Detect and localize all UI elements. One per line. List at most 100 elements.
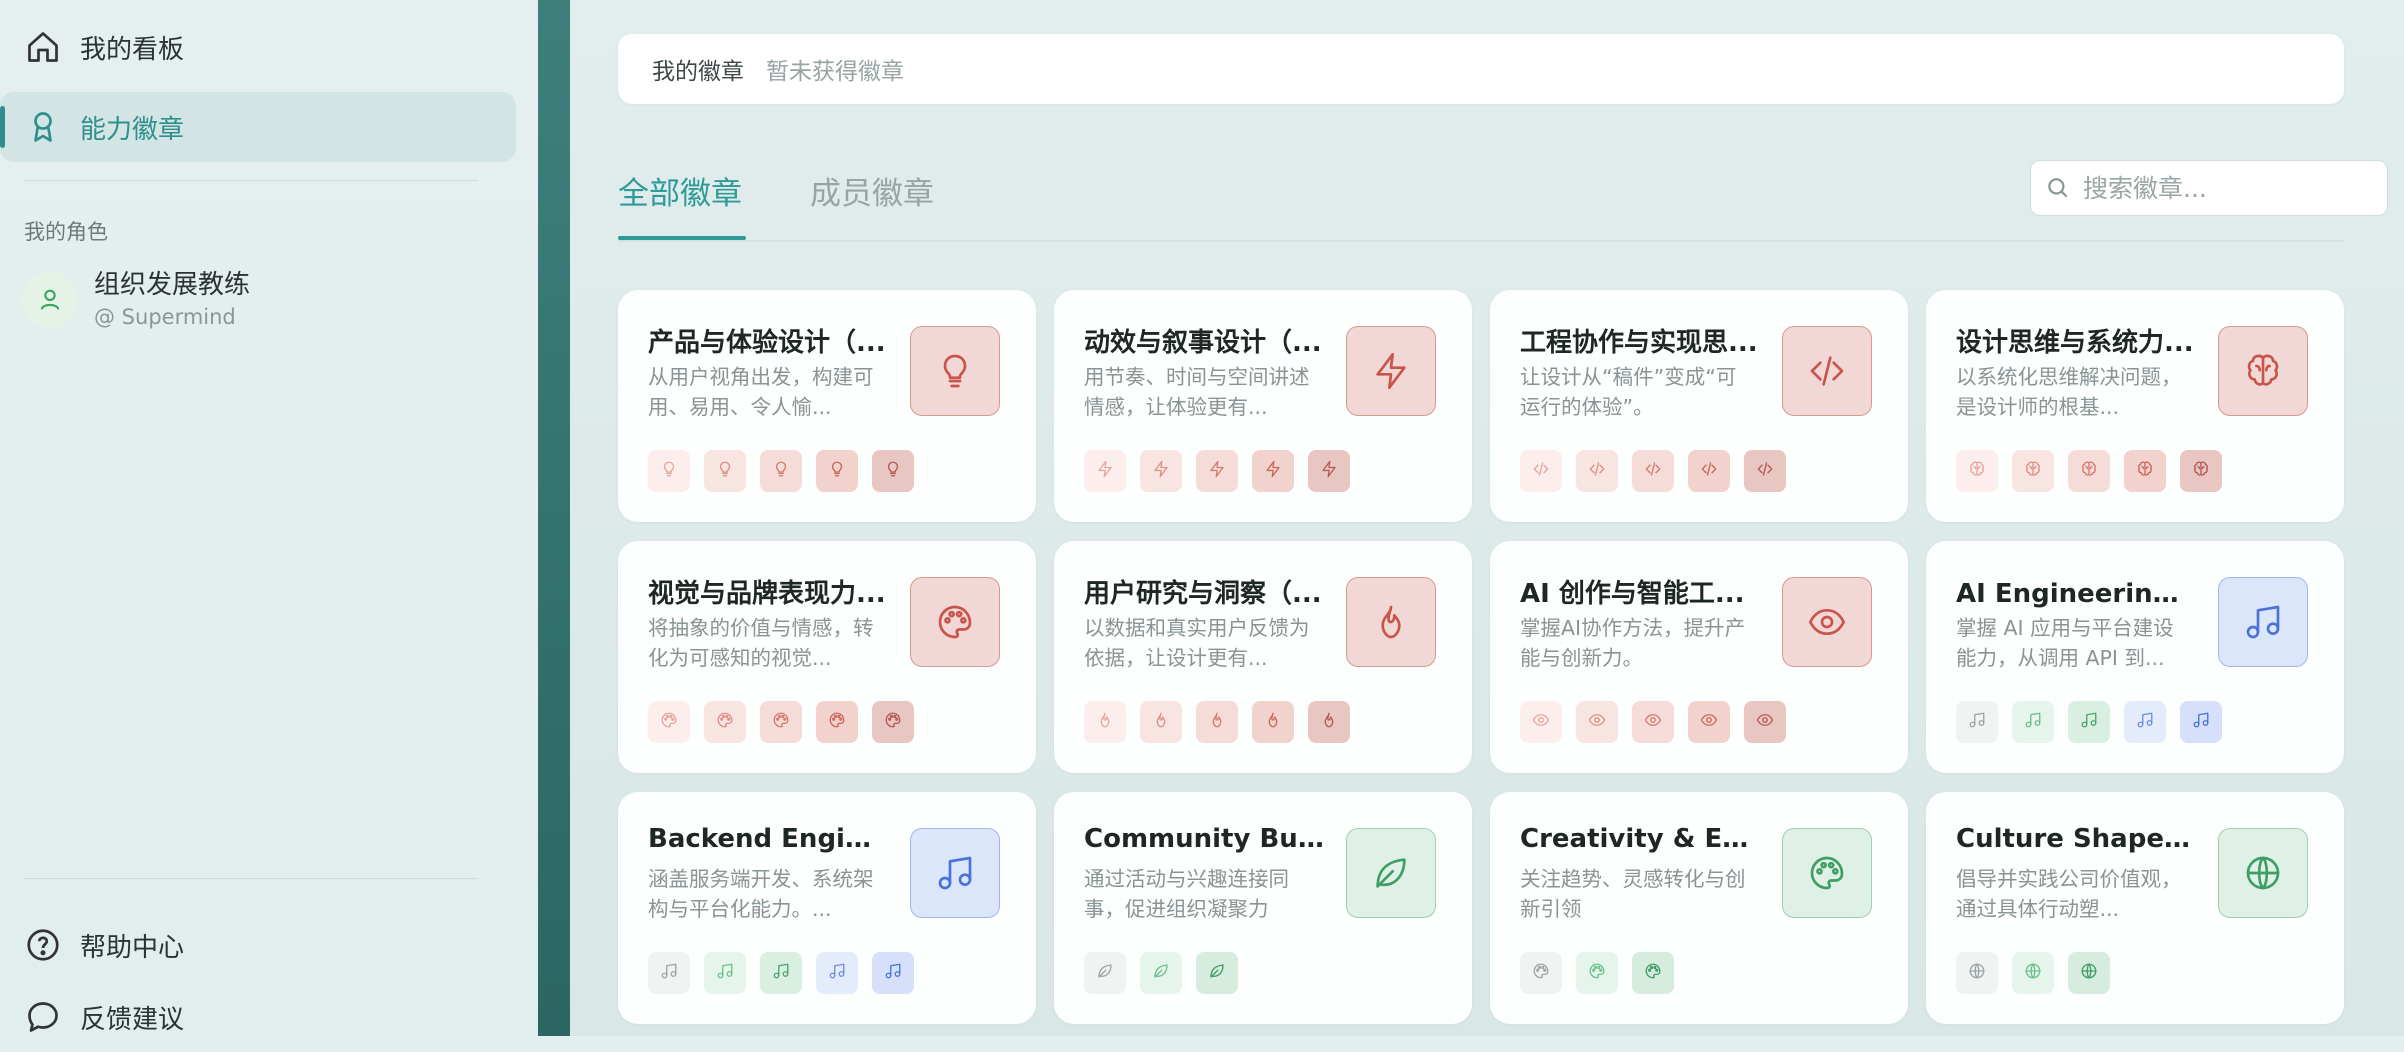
music-icon	[772, 962, 790, 984]
badge-level-chip	[648, 701, 690, 743]
badge-level-chip	[872, 701, 914, 743]
badge-card[interactable]: Community Buil... 通过活动与兴趣连接同事，促进组织凝聚力	[1054, 792, 1472, 1024]
badge-levels	[648, 450, 928, 492]
badge-card[interactable]: 视觉与品牌表现力... 将抽象的价值与情感，转化为可感知的视觉...	[618, 541, 1036, 773]
badge-levels	[648, 952, 928, 994]
active-tab-indicator	[618, 236, 746, 240]
brain-icon	[2080, 460, 2098, 482]
badge-card[interactable]: Creativity & Expl... 关注趋势、灵感转化与创新引领	[1490, 792, 1908, 1024]
badge-description: 倡导并实践公司价值观，通过具体行动塑...	[1956, 867, 2182, 921]
eye-icon	[1782, 577, 1872, 667]
globe-icon	[2218, 828, 2308, 918]
badge-level-chip	[2068, 450, 2110, 492]
leaf-icon	[1346, 828, 1436, 918]
palette-icon	[716, 711, 734, 733]
eye-icon	[1700, 711, 1718, 733]
lightning-icon	[1346, 326, 1436, 416]
lightning-icon	[1208, 460, 1226, 482]
leaf-icon	[1096, 962, 1114, 984]
palette-icon	[1532, 962, 1550, 984]
badge-title: 设计思维与系统力...	[1956, 328, 2194, 358]
lightbulb-icon	[772, 460, 790, 482]
badge-level-chip	[1140, 701, 1182, 743]
palette-icon	[884, 711, 902, 733]
badge-level-chip	[1956, 450, 1998, 492]
badge-level-chip	[704, 701, 746, 743]
search-input[interactable]	[2081, 172, 2381, 204]
flame-icon	[1208, 711, 1226, 733]
tab-all-badges[interactable]: 全部徽章	[618, 168, 742, 213]
badge-level-chip	[760, 701, 802, 743]
globe-icon	[2080, 962, 2098, 984]
nav-item-dashboard[interactable]: 我的看板	[0, 12, 184, 82]
badge-level-chip	[648, 450, 690, 492]
badge-levels	[1956, 450, 2236, 492]
badge-level-chip	[1576, 952, 1618, 994]
badge-level-chip	[760, 952, 802, 994]
badge-description: 掌握AI协作方法，提升产能与创新力。	[1520, 616, 1746, 670]
palette-icon	[1782, 828, 1872, 918]
music-icon	[2080, 711, 2098, 733]
code-icon	[1588, 460, 1606, 482]
badge-card[interactable]: AI Engineering（... 掌握 AI 应用与平台建设能力，从调用 AP…	[1926, 541, 2344, 773]
role-item[interactable]: 组织发展教练 @ Supermind	[22, 268, 250, 332]
badge-description: 将抽象的价值与情感，转化为可感知的视觉...	[648, 616, 874, 670]
leaf-icon	[1208, 962, 1226, 984]
badge-level-chip	[1688, 701, 1730, 743]
badge-level-chip	[1576, 450, 1618, 492]
badge-card[interactable]: 动效与叙事设计（... 用节奏、时间与空间讲述情感，让体验更有...	[1054, 290, 1472, 522]
badge-levels	[1520, 701, 1800, 743]
badge-title: 产品与体验设计（...	[648, 328, 886, 358]
badge-level-chip	[816, 952, 858, 994]
help-center-link[interactable]: 帮助中心	[0, 910, 184, 980]
badge-title: Community Buil...	[1084, 824, 1324, 854]
badge-level-chip	[1196, 701, 1238, 743]
badge-level-chip	[1688, 450, 1730, 492]
leaf-icon	[1152, 962, 1170, 984]
my-badges-label: 我的徽章	[652, 59, 744, 85]
music-icon	[2024, 711, 2042, 733]
badge-levels	[1956, 952, 2124, 994]
tab-member-badges[interactable]: 成员徽章	[810, 168, 934, 213]
badge-card[interactable]: Backend Engine... 涵盖服务端开发、系统架构与平台化能力。...	[618, 792, 1036, 1024]
badge-description: 以数据和真实用户反馈为依据，让设计更有...	[1084, 616, 1310, 670]
badge-search[interactable]	[2030, 160, 2388, 216]
divider	[24, 180, 478, 181]
badge-level-chip	[1140, 450, 1182, 492]
badge-level-chip	[2012, 701, 2054, 743]
badge-levels	[1084, 701, 1364, 743]
badge-levels	[648, 701, 928, 743]
badge-card[interactable]: 工程协作与实现思... 让设计从“稿件”变成“可运行的体验”。	[1490, 290, 1908, 522]
sidebar: 我的看板 能力徽章 我的角色 组织发展教练 @ Supermind 帮助中心 反…	[0, 0, 538, 1036]
feedback-link[interactable]: 反馈建议	[0, 982, 184, 1052]
eye-icon	[1756, 711, 1774, 733]
badge-title: AI Engineering（...	[1956, 579, 2196, 609]
badge-level-chip	[1196, 952, 1238, 994]
badge-level-chip	[2180, 450, 2222, 492]
help-icon	[24, 926, 62, 964]
badge-levels	[1520, 952, 1688, 994]
badge-card[interactable]: AI 创作与智能工... 掌握AI协作方法，提升产能与创新力。	[1490, 541, 1908, 773]
brain-icon	[2024, 460, 2042, 482]
badge-card[interactable]: 设计思维与系统力... 以系统化思维解决问题，是设计师的根基...	[1926, 290, 2344, 522]
badge-level-chip	[1632, 701, 1674, 743]
palette-icon	[772, 711, 790, 733]
home-icon	[24, 28, 62, 66]
badge-level-chip	[1308, 701, 1350, 743]
badge-card[interactable]: Culture Shaper... 倡导并实践公司价值观，通过具体行动塑...	[1926, 792, 2344, 1024]
badge-level-chip	[760, 450, 802, 492]
code-icon	[1532, 460, 1550, 482]
music-icon	[2218, 577, 2308, 667]
palette-icon	[910, 577, 1000, 667]
lightning-icon	[1152, 460, 1170, 482]
badge-level-chip	[1632, 952, 1674, 994]
badge-level-chip	[1956, 701, 1998, 743]
badge-card[interactable]: 产品与体验设计（... 从用户视角出发，构建可用、易用、令人愉...	[618, 290, 1036, 522]
feedback-icon	[24, 998, 62, 1036]
badge-level-chip	[2180, 701, 2222, 743]
badge-description: 通过活动与兴趣连接同事，促进组织凝聚力	[1084, 867, 1289, 921]
badge-levels	[1084, 952, 1252, 994]
nav-item-badges[interactable]: 能力徽章	[0, 92, 516, 162]
roles-heading: 我的角色	[24, 220, 108, 244]
badge-card[interactable]: 用户研究与洞察（... 以数据和真实用户反馈为依据，让设计更有...	[1054, 541, 1472, 773]
